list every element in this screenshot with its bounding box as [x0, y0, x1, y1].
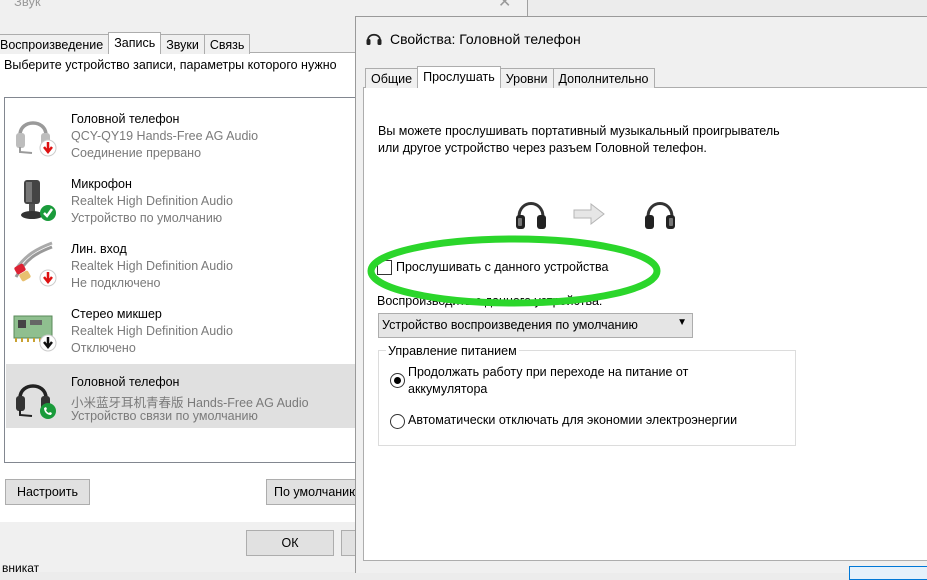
dialog-title: Свойства: Головной телефон: [390, 31, 581, 47]
chevron-down-icon: ▼: [677, 317, 687, 328]
listen-description: Вы можете прослушивать портативный музык…: [378, 124, 780, 155]
rca-cable-icon: [14, 241, 57, 287]
device-driver: QCY-QY19 Hands-Free AG Audio: [71, 129, 259, 143]
black-down-arrow-badge: [39, 334, 57, 352]
close-icon[interactable]: ✕: [498, 0, 511, 12]
device-status: Устройство связи по умолчанию: [71, 409, 258, 423]
list-item[interactable]: Головной телефон QCY-QY19 Hands-Free AG …: [6, 101, 364, 165]
auto-disable-radio[interactable]: [390, 414, 405, 429]
list-item[interactable]: Лин. вход Realtek High Definition Audio …: [6, 231, 364, 295]
properties-dialog: Свойства: Головной телефон Общие Прослуш…: [355, 16, 927, 580]
background-text: вникат: [2, 561, 40, 572]
dialog-ok-button[interactable]: [849, 566, 927, 580]
list-item[interactable]: Головной телефон 小米蓝牙耳机青春版 Hands-Free AG…: [6, 364, 364, 428]
device-name: Головной телефон: [71, 375, 180, 389]
tab-communications[interactable]: Связь: [203, 34, 251, 54]
device-driver: Realtek High Definition Audio: [71, 194, 233, 208]
tab-levels[interactable]: Уровни: [499, 68, 554, 88]
device-name: Микрофон: [71, 177, 132, 191]
headset-icon: [366, 33, 382, 45]
auto-disable-label[interactable]: Автоматически отключать для экономии эле…: [408, 413, 737, 427]
playback-device-value: Устройство воспроизведения по умолчанию: [382, 318, 638, 332]
playback-device-select[interactable]: Устройство воспроизведения по умолчанию …: [378, 313, 693, 338]
device-status: Устройство по умолчанию: [71, 211, 223, 225]
green-check-badge: [40, 205, 56, 221]
list-item[interactable]: Микрофон Realtek High Definition Audio У…: [6, 166, 364, 230]
device-status: Соединение прервано: [71, 146, 202, 160]
battery-continue-radio[interactable]: [390, 373, 405, 388]
recording-device-list[interactable]: Головной телефон QCY-QY19 Hands-Free AG …: [4, 97, 366, 463]
device-name: Лин. вход: [71, 242, 127, 256]
red-down-arrow-badge: [39, 269, 57, 287]
highlight-ellipse: [367, 235, 661, 307]
device-status: Не подключено: [71, 276, 161, 290]
red-down-arrow-badge: [39, 139, 57, 157]
configure-button[interactable]: Настроить: [5, 479, 90, 505]
tab-recording[interactable]: Запись: [108, 32, 162, 54]
device-driver: Realtek High Definition Audio: [71, 259, 233, 273]
device-name: Стерео микшер: [71, 307, 162, 321]
tab-sounds[interactable]: Звуки: [160, 34, 205, 54]
tab-playback[interactable]: Воспроизведение: [0, 34, 110, 54]
tab-general[interactable]: Общие: [365, 68, 419, 88]
headphones-icon: [516, 202, 546, 229]
device-status: Отключено: [71, 341, 136, 355]
power-management-label: Управление питанием: [386, 344, 519, 358]
headset-icon: [16, 121, 57, 157]
device-name: Головной телефон: [71, 112, 180, 126]
tab-listen[interactable]: Прослушать: [417, 66, 501, 88]
recording-instruction: Выберите устройство записи, параметры ко…: [4, 58, 337, 72]
ok-button[interactable]: ОК: [246, 530, 334, 556]
green-phone-badge: [40, 403, 56, 419]
list-item[interactable]: Стерео микшер Realtek High Definition Au…: [6, 296, 364, 360]
tab-advanced[interactable]: Дополнительно: [552, 68, 655, 88]
sound-card-icon: [13, 315, 57, 352]
properties-tabs: Общие Прослушать Уровни Дополнительно: [365, 66, 655, 88]
device-driver: Realtek High Definition Audio: [71, 324, 233, 338]
sound-window-title: Звук: [14, 0, 41, 9]
headphones-icon: [645, 202, 675, 229]
arrow-right-icon: [573, 203, 605, 225]
microphone-icon: [21, 180, 56, 221]
sound-tabs: Воспроизведение Запись Звуки Связь: [0, 32, 251, 54]
headset-icon: [16, 384, 56, 419]
battery-continue-label[interactable]: Продолжать работу при переходе на питани…: [408, 364, 738, 398]
